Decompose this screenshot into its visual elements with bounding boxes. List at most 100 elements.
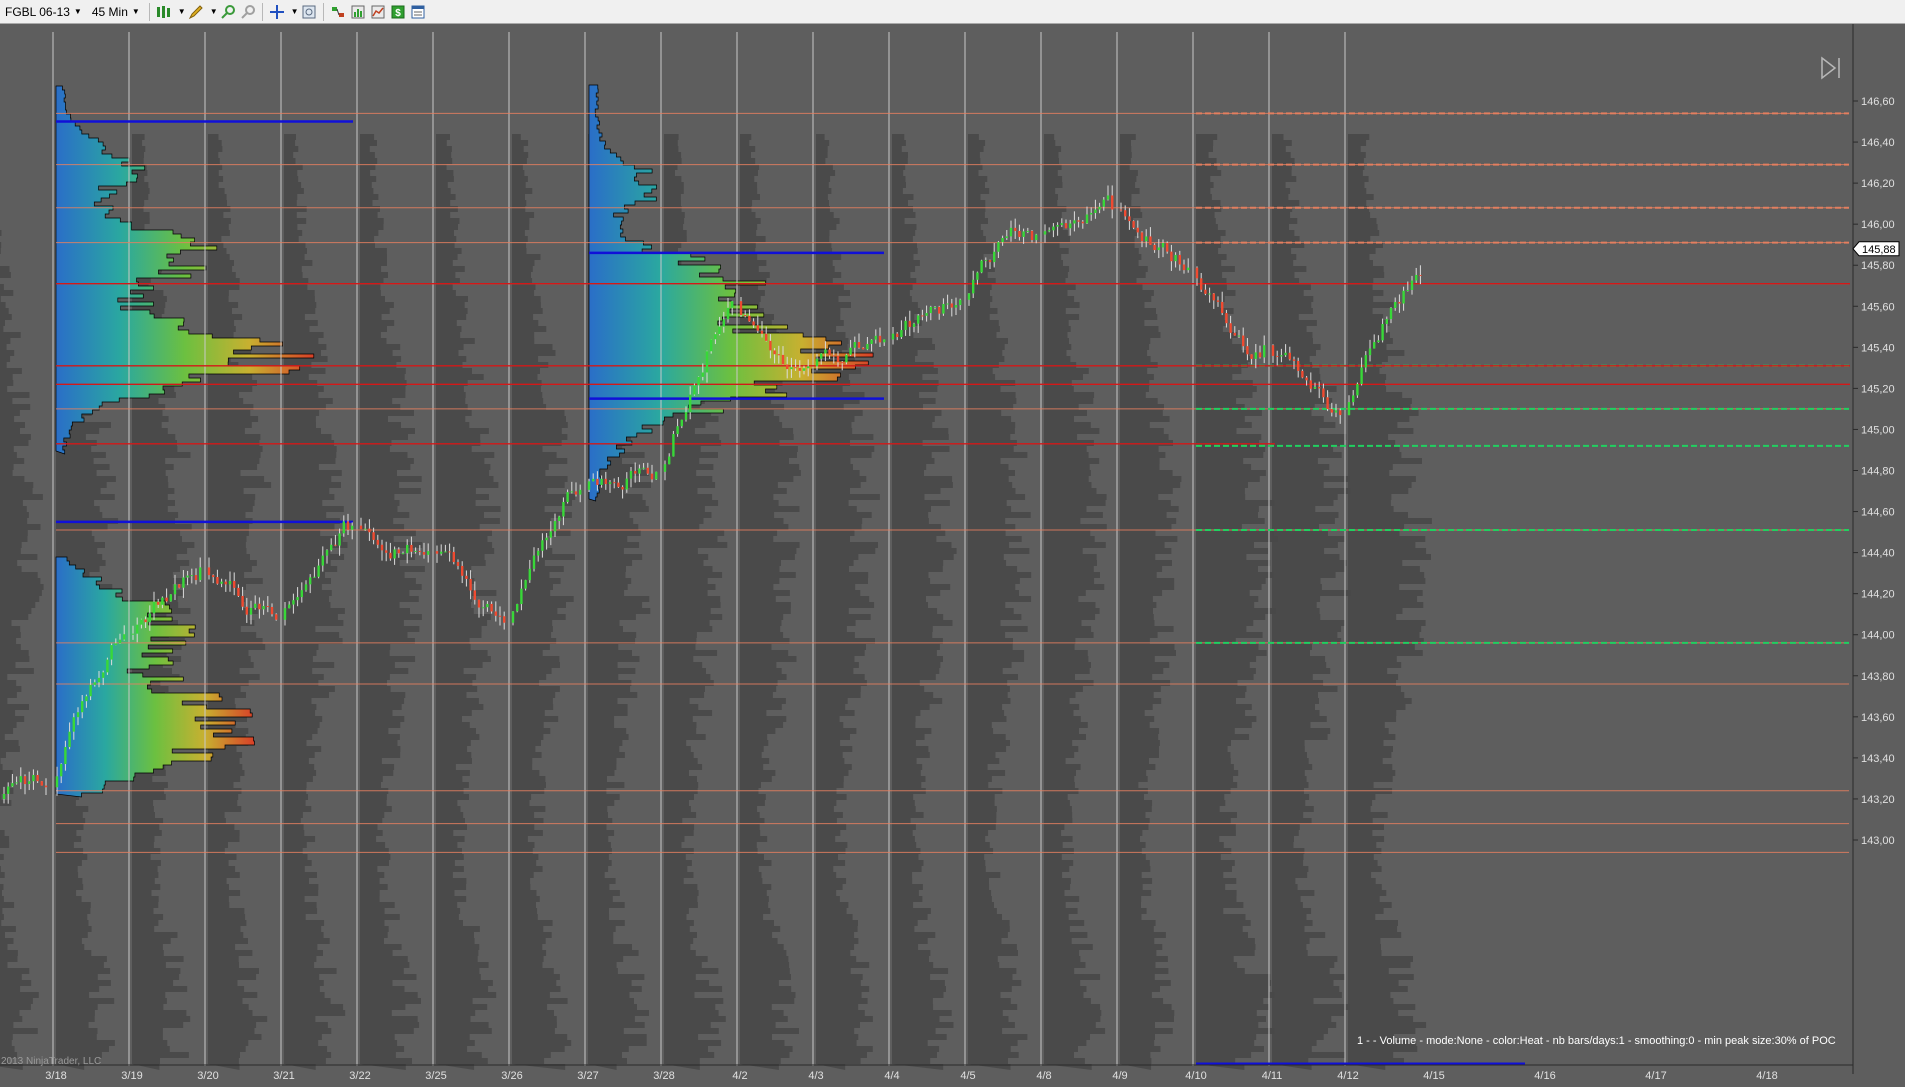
time-tick-label: 4/5 bbox=[960, 1070, 975, 1082]
price-tick-label: 143,20 bbox=[1861, 794, 1895, 806]
candle-up bbox=[807, 366, 810, 369]
bar-chart-style-icon[interactable] bbox=[154, 2, 174, 22]
properties-icon[interactable] bbox=[408, 2, 428, 22]
candle-down bbox=[456, 562, 460, 566]
candle-up bbox=[697, 376, 700, 386]
candle-up bbox=[1280, 355, 1283, 357]
time-tick-label: 4/18 bbox=[1756, 1070, 1777, 1082]
candle-up bbox=[186, 575, 189, 578]
candle-up bbox=[1237, 335, 1241, 337]
candle-up bbox=[309, 577, 312, 585]
candle-up bbox=[980, 260, 983, 273]
candle-down bbox=[372, 532, 375, 540]
candle-down bbox=[646, 467, 649, 474]
candle-up bbox=[1060, 223, 1063, 226]
time-tick-label: 4/11 bbox=[1262, 1070, 1283, 1082]
candle-up bbox=[1352, 395, 1355, 403]
candle-up bbox=[1402, 290, 1405, 304]
candle-up bbox=[1208, 293, 1211, 295]
candle-up bbox=[693, 385, 696, 395]
candle-up bbox=[705, 351, 709, 373]
candle-down bbox=[490, 603, 493, 612]
candle-down bbox=[157, 601, 160, 605]
candle-down bbox=[765, 333, 768, 341]
candle-down bbox=[1288, 352, 1291, 360]
indicator-icon[interactable] bbox=[348, 2, 368, 22]
candle-up bbox=[140, 619, 143, 625]
price-tick-label: 143,40 bbox=[1861, 753, 1895, 765]
candle-down bbox=[836, 355, 840, 363]
candle-up bbox=[55, 776, 59, 788]
candle-up bbox=[925, 313, 928, 316]
zoom-in-icon[interactable] bbox=[218, 2, 238, 22]
time-tick-label: 4/2 bbox=[732, 1070, 747, 1082]
candle-up bbox=[118, 639, 122, 644]
interval-selector[interactable]: 45 Min ▼ bbox=[87, 2, 145, 22]
candle-up bbox=[528, 568, 531, 581]
price-tick-label: 145,80 bbox=[1861, 260, 1895, 272]
time-tick-label: 3/27 bbox=[577, 1070, 598, 1082]
candle-down bbox=[224, 581, 227, 585]
chevron-down-icon[interactable]: ▼ bbox=[291, 7, 299, 16]
candle-up bbox=[1157, 247, 1160, 251]
candle-down bbox=[1111, 195, 1114, 210]
candle-down bbox=[216, 577, 219, 584]
candle-up bbox=[60, 764, 63, 777]
crosshair-icon[interactable] bbox=[267, 2, 287, 22]
candle-down bbox=[1030, 230, 1034, 241]
price-tick-label: 146,60 bbox=[1861, 96, 1895, 108]
candle-down bbox=[461, 565, 464, 576]
candle-up bbox=[1347, 402, 1351, 416]
candle-up bbox=[342, 521, 345, 534]
price-chart[interactable]: 146,60 146,40 146,20 146,00 145,80 145,60 145,… bbox=[0, 24, 1905, 1087]
candle-up bbox=[668, 456, 671, 465]
candle-down bbox=[473, 590, 476, 600]
candle-down bbox=[781, 354, 785, 365]
candle-down bbox=[1292, 359, 1296, 361]
candle-down bbox=[359, 525, 363, 530]
chevron-down-icon[interactable]: ▼ bbox=[210, 7, 218, 16]
candle-up bbox=[72, 717, 75, 732]
candle-up bbox=[608, 482, 612, 485]
zoom-out-icon[interactable] bbox=[238, 2, 258, 22]
candle-up bbox=[824, 349, 827, 354]
candle-up bbox=[292, 600, 295, 605]
candle-down bbox=[1297, 360, 1300, 371]
dollar-icon[interactable]: $ bbox=[388, 2, 408, 22]
candle-up bbox=[1085, 214, 1089, 224]
candle-down bbox=[498, 615, 502, 617]
candle-up bbox=[1022, 231, 1025, 237]
candle-down bbox=[828, 349, 831, 356]
magnifier-icon[interactable] bbox=[299, 2, 319, 22]
time-tick-label: 4/4 bbox=[884, 1070, 899, 1082]
chevron-down-icon: ▼ bbox=[73, 7, 82, 16]
candle-up bbox=[68, 731, 71, 747]
candle-up bbox=[1094, 209, 1097, 213]
candle-up bbox=[81, 701, 84, 713]
candle-down bbox=[1128, 216, 1131, 222]
candle-up bbox=[1373, 342, 1376, 349]
candle-up bbox=[182, 577, 185, 588]
strategy-icon[interactable] bbox=[328, 2, 348, 22]
instrument-selector[interactable]: FGBL 06-13 ▼ bbox=[0, 2, 87, 22]
pencil-draw-icon[interactable] bbox=[186, 2, 206, 22]
time-tick-label: 4/16 bbox=[1534, 1070, 1555, 1082]
line-chart-icon[interactable] bbox=[368, 2, 388, 22]
candle-up bbox=[1090, 212, 1093, 215]
candle-down bbox=[469, 578, 472, 591]
time-tick-label: 3/19 bbox=[121, 1070, 142, 1082]
candle-up bbox=[946, 303, 949, 305]
candle-up bbox=[954, 305, 958, 308]
price-tick-label: 145,60 bbox=[1861, 301, 1895, 313]
chevron-down-icon[interactable]: ▼ bbox=[178, 7, 186, 16]
candle-down bbox=[178, 584, 181, 588]
candle-down bbox=[1322, 388, 1325, 398]
candle-up bbox=[1368, 348, 1372, 356]
candle-down bbox=[1318, 386, 1321, 389]
candle-up bbox=[638, 468, 641, 474]
candle-up bbox=[1102, 199, 1105, 207]
time-tick-label: 4/12 bbox=[1337, 1070, 1358, 1082]
candle-down bbox=[862, 347, 865, 350]
toolbar-divider bbox=[148, 2, 150, 21]
candle-down bbox=[773, 350, 776, 355]
